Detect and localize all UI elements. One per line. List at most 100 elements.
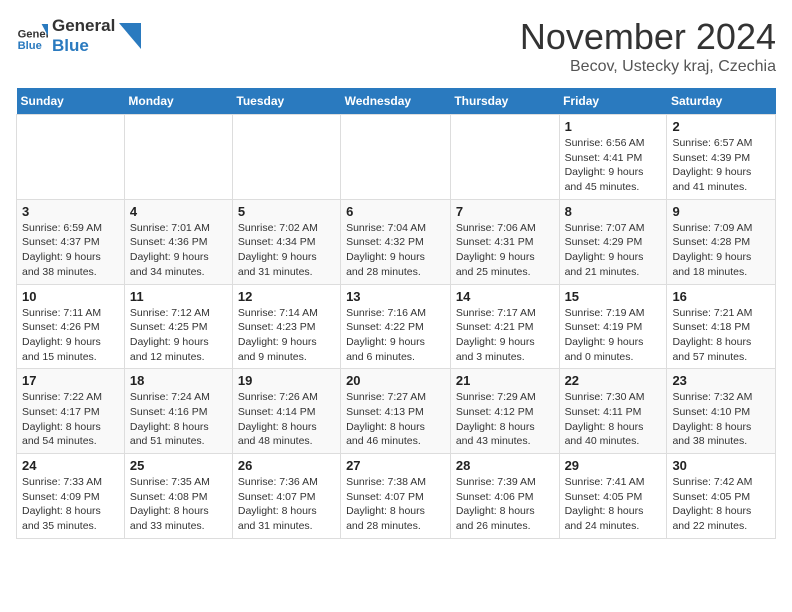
day-cell: 11Sunrise: 7:12 AM Sunset: 4:25 PM Dayli… (124, 284, 232, 369)
week-row-2: 10 Sunrise: 7:11 AM Sunset: 4:26 PM Dayli… (17, 284, 776, 369)
day-cell: 18 Sunrise: 7:24 AM Sunset: 4:16 PM Dayli… (124, 369, 232, 454)
header-cell-wednesday: Wednesday (341, 88, 451, 115)
day-info: Sunrise: 7:24 AM Sunset: 4:16 PM Dayligh… (130, 390, 227, 449)
header-cell-saturday: Saturday (667, 88, 776, 115)
week-row-4: 24 Sunrise: 7:33 AM Sunset: 4:09 PM Dayli… (17, 454, 776, 539)
day-cell: 29Sunrise: 7:41 AM Sunset: 4:05 PM Dayli… (559, 454, 667, 539)
location-title: Becov, Ustecky kraj, Czechia (520, 58, 776, 76)
title-area: November 2024 Becov, Ustecky kraj, Czech… (520, 16, 776, 76)
day-info: Sunrise: 7:30 AM Sunset: 4:11 PM Dayligh… (565, 390, 662, 449)
day-info: Sunrise: 7:27 AM Sunset: 4:13 PM Dayligh… (346, 390, 445, 449)
logo-blue-text: Blue (52, 36, 89, 55)
day-info: Sunrise: 6:56 AM Sunset: 4:41 PM Dayligh… (565, 136, 662, 195)
day-number: 14 (456, 289, 554, 304)
day-number: 6 (346, 204, 445, 219)
day-number: 21 (456, 373, 554, 388)
logo-icon: General Blue (16, 20, 48, 52)
calendar-header: SundayMondayTuesdayWednesdayThursdayFrid… (17, 88, 776, 115)
day-cell: 2 Sunrise: 6:57 AM Sunset: 4:39 PM Daylig… (667, 115, 776, 200)
day-number: 17 (22, 373, 119, 388)
day-cell: 20 Sunrise: 7:27 AM Sunset: 4:13 PM Dayli… (341, 369, 451, 454)
day-cell: 28 Sunrise: 7:39 AM Sunset: 4:06 PM Dayli… (450, 454, 559, 539)
day-info: Sunrise: 7:16 AM Sunset: 4:22 PM Dayligh… (346, 306, 445, 365)
day-info: Sunrise: 7:21 AM Sunset: 4:18 PM Dayligh… (672, 306, 770, 365)
day-info: Sunrise: 7:26 AM Sunset: 4:14 PM Dayligh… (238, 390, 335, 449)
day-number: 20 (346, 373, 445, 388)
day-info: Sunrise: 7:22 AM Sunset: 4:17 PM Dayligh… (22, 390, 119, 449)
day-cell: 19 Sunrise: 7:26 AM Sunset: 4:14 PM Dayli… (232, 369, 340, 454)
day-number: 3 (22, 204, 119, 219)
header-cell-thursday: Thursday (450, 88, 559, 115)
day-info: Sunrise: 7:36 AM Sunset: 4:07 PM Dayligh… (238, 475, 335, 534)
day-info: Sunrise: 7:42 AM Sunset: 4:05 PM Dayligh… (672, 475, 770, 534)
day-number: 22 (565, 373, 662, 388)
day-cell: 23 Sunrise: 7:32 AM Sunset: 4:10 PM Dayli… (667, 369, 776, 454)
day-number: 19 (238, 373, 335, 388)
day-cell: 16 Sunrise: 7:21 AM Sunset: 4:18 PM Dayli… (667, 284, 776, 369)
day-cell: 27 Sunrise: 7:38 AM Sunset: 4:07 PM Dayli… (341, 454, 451, 539)
day-cell (341, 115, 451, 200)
month-title: November 2024 (520, 16, 776, 58)
logo-triangle-icon (119, 23, 141, 49)
day-info: Sunrise: 7:04 AM Sunset: 4:32 PM Dayligh… (346, 221, 445, 280)
day-number: 1 (565, 119, 662, 134)
day-number: 9 (672, 204, 770, 219)
header-row: SundayMondayTuesdayWednesdayThursdayFrid… (17, 88, 776, 115)
day-number: 4 (130, 204, 227, 219)
svg-text:General: General (18, 29, 48, 41)
day-cell: 25Sunrise: 7:35 AM Sunset: 4:08 PM Dayli… (124, 454, 232, 539)
day-number: 11 (130, 289, 227, 304)
day-info: Sunrise: 7:33 AM Sunset: 4:09 PM Dayligh… (22, 475, 119, 534)
day-info: Sunrise: 7:01 AM Sunset: 4:36 PM Dayligh… (130, 221, 227, 280)
day-cell: 21Sunrise: 7:29 AM Sunset: 4:12 PM Dayli… (450, 369, 559, 454)
header-cell-tuesday: Tuesday (232, 88, 340, 115)
day-info: Sunrise: 7:17 AM Sunset: 4:21 PM Dayligh… (456, 306, 554, 365)
day-cell: 14 Sunrise: 7:17 AM Sunset: 4:21 PM Dayli… (450, 284, 559, 369)
week-row-0: 1 Sunrise: 6:56 AM Sunset: 4:41 PM Daylig… (17, 115, 776, 200)
day-info: Sunrise: 7:14 AM Sunset: 4:23 PM Dayligh… (238, 306, 335, 365)
day-info: Sunrise: 7:38 AM Sunset: 4:07 PM Dayligh… (346, 475, 445, 534)
calendar-table: SundayMondayTuesdayWednesdayThursdayFrid… (16, 88, 776, 539)
day-cell (232, 115, 340, 200)
calendar-body: 1 Sunrise: 6:56 AM Sunset: 4:41 PM Daylig… (17, 115, 776, 539)
day-number: 24 (22, 458, 119, 473)
day-number: 15 (565, 289, 662, 304)
header-cell-sunday: Sunday (17, 88, 125, 115)
logo: General Blue General Blue (16, 16, 141, 56)
header-cell-friday: Friday (559, 88, 667, 115)
day-info: Sunrise: 7:06 AM Sunset: 4:31 PM Dayligh… (456, 221, 554, 280)
day-info: Sunrise: 7:32 AM Sunset: 4:10 PM Dayligh… (672, 390, 770, 449)
day-cell: 8Sunrise: 7:07 AM Sunset: 4:29 PM Daylig… (559, 199, 667, 284)
day-info: Sunrise: 7:35 AM Sunset: 4:08 PM Dayligh… (130, 475, 227, 534)
day-number: 23 (672, 373, 770, 388)
day-info: Sunrise: 7:02 AM Sunset: 4:34 PM Dayligh… (238, 221, 335, 280)
day-info: Sunrise: 7:39 AM Sunset: 4:06 PM Dayligh… (456, 475, 554, 534)
day-info: Sunrise: 6:59 AM Sunset: 4:37 PM Dayligh… (22, 221, 119, 280)
day-info: Sunrise: 7:19 AM Sunset: 4:19 PM Dayligh… (565, 306, 662, 365)
day-number: 30 (672, 458, 770, 473)
day-number: 27 (346, 458, 445, 473)
day-cell: 4 Sunrise: 7:01 AM Sunset: 4:36 PM Daylig… (124, 199, 232, 284)
day-info: Sunrise: 7:11 AM Sunset: 4:26 PM Dayligh… (22, 306, 119, 365)
day-info: Sunrise: 6:57 AM Sunset: 4:39 PM Dayligh… (672, 136, 770, 195)
day-number: 18 (130, 373, 227, 388)
day-cell: 30 Sunrise: 7:42 AM Sunset: 4:05 PM Dayli… (667, 454, 776, 539)
header: General Blue General Blue November 2024 … (16, 16, 776, 76)
logo-general-text: General (52, 16, 115, 36)
week-row-1: 3 Sunrise: 6:59 AM Sunset: 4:37 PM Daylig… (17, 199, 776, 284)
day-cell: 15 Sunrise: 7:19 AM Sunset: 4:19 PM Dayli… (559, 284, 667, 369)
day-number: 28 (456, 458, 554, 473)
day-number: 16 (672, 289, 770, 304)
day-cell: 6 Sunrise: 7:04 AM Sunset: 4:32 PM Daylig… (341, 199, 451, 284)
day-number: 2 (672, 119, 770, 134)
day-cell: 22 Sunrise: 7:30 AM Sunset: 4:11 PM Dayli… (559, 369, 667, 454)
day-cell: 1 Sunrise: 6:56 AM Sunset: 4:41 PM Daylig… (559, 115, 667, 200)
day-cell (17, 115, 125, 200)
day-info: Sunrise: 7:41 AM Sunset: 4:05 PM Dayligh… (565, 475, 662, 534)
day-cell: 3 Sunrise: 6:59 AM Sunset: 4:37 PM Daylig… (17, 199, 125, 284)
day-number: 10 (22, 289, 119, 304)
day-number: 8 (565, 204, 662, 219)
week-row-3: 17 Sunrise: 7:22 AM Sunset: 4:17 PM Dayli… (17, 369, 776, 454)
day-number: 7 (456, 204, 554, 219)
day-number: 12 (238, 289, 335, 304)
